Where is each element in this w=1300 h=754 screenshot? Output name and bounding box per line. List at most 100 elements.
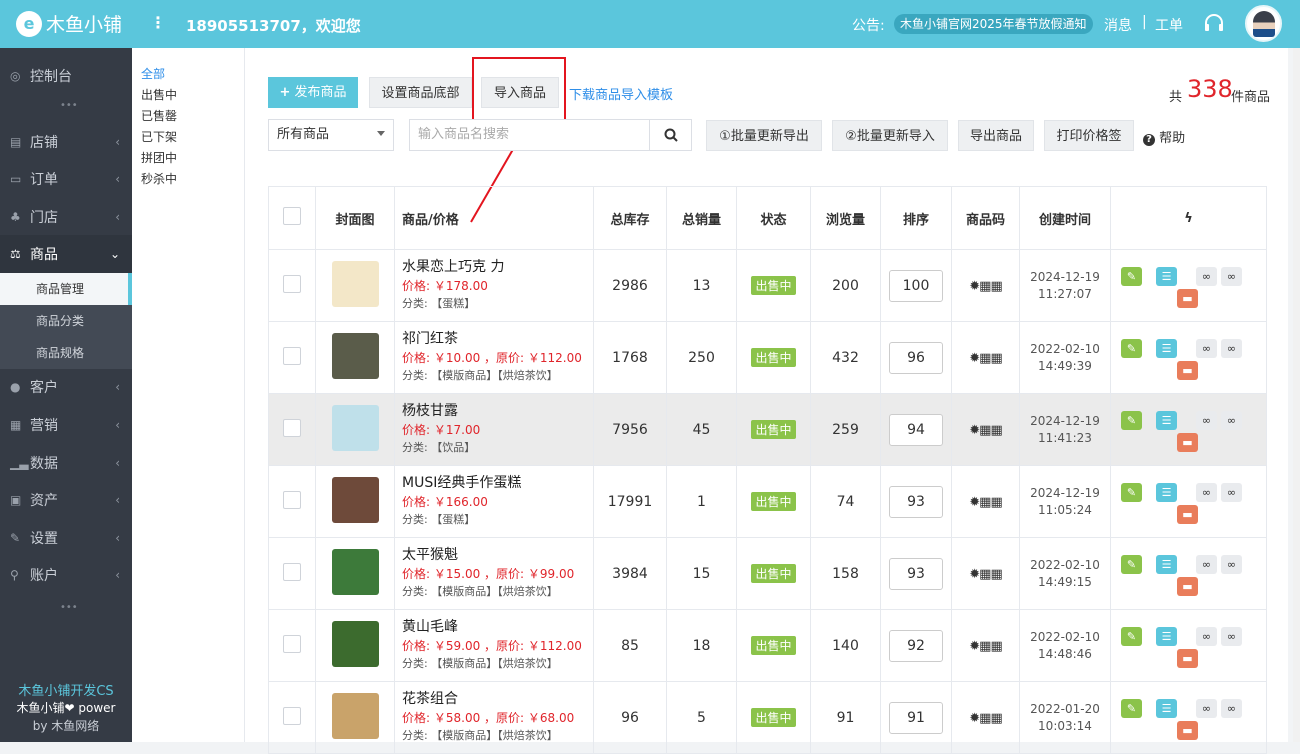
help-link[interactable]: ? 帮助 (1143, 127, 1185, 146)
edit-button[interactable]: ✎ (1121, 554, 1142, 574)
product-name[interactable]: 黄山毛峰 (402, 618, 593, 637)
sidebar-item-assets[interactable]: ▣ 资产 ‹ (0, 481, 132, 519)
qr-code-icon[interactable]: ▦ (990, 423, 1002, 438)
edit-button[interactable]: ✎ (1121, 338, 1142, 358)
qr-code-icon[interactable]: ▦ (979, 495, 991, 510)
qr-code-icon[interactable]: ▦ (990, 351, 1002, 366)
row-checkbox[interactable] (283, 562, 301, 581)
delete-button[interactable]: ▬ (1177, 288, 1198, 308)
edit-button[interactable]: ✎ (1121, 266, 1142, 286)
qr-code-icon[interactable]: ▦ (979, 423, 991, 438)
product-thumbnail[interactable] (331, 692, 379, 739)
row-checkbox[interactable] (283, 346, 301, 365)
category-group-buy[interactable]: 拼团中 (141, 148, 235, 169)
link-button[interactable]: ∞ (1196, 266, 1217, 286)
delete-button[interactable]: ▬ (1177, 504, 1198, 524)
link-button[interactable]: ∞ (1221, 698, 1242, 718)
sort-input[interactable]: 91 (889, 701, 943, 734)
batch-export-button[interactable]: ①批量更新导出 (706, 120, 822, 151)
link-button[interactable]: ∞ (1221, 410, 1242, 430)
product-name[interactable]: 祁门红茶 (402, 330, 593, 349)
category-sold-out[interactable]: 已售罄 (141, 106, 235, 127)
list-button[interactable]: ☰ (1156, 626, 1177, 646)
qr-code-icon[interactable]: ▦ (979, 639, 991, 654)
tickets-link[interactable]: 工单 (1155, 15, 1183, 35)
sidebar-item-marketing[interactable]: ▦ 营销 ‹ (0, 406, 132, 444)
status-badge[interactable]: 出售中 (751, 348, 796, 367)
status-badge[interactable]: 出售中 (751, 420, 796, 439)
link-button[interactable]: ∞ (1221, 554, 1242, 574)
avatar[interactable] (1245, 5, 1282, 42)
sidebar-item-customers[interactable]: ● 客户 ‹ (0, 368, 132, 406)
product-thumbnail[interactable] (331, 476, 379, 523)
link-button[interactable]: ∞ (1196, 626, 1217, 646)
qr-code-icon[interactable]: ▦ (990, 279, 1002, 294)
more-vertical-icon[interactable]: ⋮ (150, 13, 166, 32)
product-thumbnail[interactable] (331, 260, 379, 307)
status-badge[interactable]: 出售中 (751, 492, 796, 511)
sidebar-item-orders[interactable]: ▭ 订单 ‹ (0, 160, 132, 198)
product-name[interactable]: MUSI经典手作蛋糕 (402, 474, 593, 493)
select-all-checkbox[interactable] (283, 207, 301, 225)
product-name[interactable]: 花茶组合 (402, 690, 593, 709)
notice-badge[interactable]: 木鱼小铺官网2025年春节放假通知 (894, 14, 1093, 34)
link-button[interactable]: ∞ (1221, 266, 1242, 286)
status-badge[interactable]: 出售中 (751, 708, 796, 727)
product-name[interactable]: 杨枝甘露 (402, 402, 593, 421)
sidebar-sub-goods-manage[interactable]: 商品管理 (0, 273, 132, 305)
goods-filter-select[interactable]: 所有商品 (268, 119, 394, 151)
list-button[interactable]: ☰ (1156, 482, 1177, 502)
qr-code-icon[interactable]: ▦ (990, 639, 1002, 654)
messages-link[interactable]: 消息 (1104, 15, 1132, 35)
link-button[interactable]: ∞ (1221, 482, 1242, 502)
set-bottom-button[interactable]: 设置商品底部 (369, 77, 472, 108)
sort-input[interactable]: 93 (889, 557, 943, 590)
download-template-link[interactable]: 下载商品导入模板 (569, 84, 673, 103)
edit-button[interactable]: ✎ (1121, 698, 1142, 718)
row-checkbox[interactable] (283, 490, 301, 509)
delete-button[interactable]: ▬ (1177, 576, 1198, 596)
sun-code-icon[interactable]: ✹ (969, 639, 980, 654)
sun-code-icon[interactable]: ✹ (969, 711, 980, 726)
product-thumbnail[interactable] (331, 548, 379, 595)
link-button[interactable]: ∞ (1196, 338, 1217, 358)
sun-code-icon[interactable]: ✹ (969, 423, 980, 438)
publish-button[interactable]: + 发布商品 (268, 77, 358, 108)
category-on-sale[interactable]: 出售中 (141, 85, 235, 106)
print-label-button[interactable]: 打印价格签 (1044, 120, 1134, 151)
product-thumbnail[interactable] (331, 404, 379, 451)
delete-button[interactable]: ▬ (1177, 432, 1198, 452)
qr-code-icon[interactable]: ▦ (979, 567, 991, 582)
qr-code-icon[interactable]: ▦ (979, 351, 991, 366)
row-checkbox[interactable] (283, 274, 301, 293)
row-checkbox[interactable] (283, 706, 301, 725)
list-button[interactable]: ☰ (1156, 554, 1177, 574)
sidebar-sub-goods-category[interactable]: 商品分类 (0, 305, 132, 337)
search-input[interactable]: 输入商品名搜索 (409, 119, 650, 151)
sun-code-icon[interactable]: ✹ (969, 351, 980, 366)
link-button[interactable]: ∞ (1196, 482, 1217, 502)
category-off-shelf[interactable]: 已下架 (141, 127, 235, 148)
qr-code-icon[interactable]: ▦ (979, 711, 991, 726)
sun-code-icon[interactable]: ✹ (969, 279, 980, 294)
sidebar-item-dashboard[interactable]: ◎ 控制台 (0, 57, 132, 95)
delete-button[interactable]: ▬ (1177, 720, 1198, 740)
sun-code-icon[interactable]: ✹ (969, 567, 980, 582)
link-button[interactable]: ∞ (1196, 554, 1217, 574)
product-name[interactable]: 水果恋上巧克 力 (402, 258, 593, 277)
link-button[interactable]: ∞ (1196, 410, 1217, 430)
sidebar-item-data[interactable]: ▁▃ 数据 ‹ (0, 444, 132, 482)
qr-code-icon[interactable]: ▦ (990, 711, 1002, 726)
status-badge[interactable]: 出售中 (751, 276, 796, 295)
scrollbar[interactable] (1293, 48, 1300, 742)
sidebar-item-branches[interactable]: ♣ 门店 ‹ (0, 198, 132, 236)
link-button[interactable]: ∞ (1221, 626, 1242, 646)
edit-button[interactable]: ✎ (1121, 410, 1142, 430)
category-flash-sale[interactable]: 秒杀中 (141, 169, 235, 190)
sidebar-item-goods[interactable]: ⚖ 商品 ⌄ (0, 235, 132, 273)
sidebar-sub-goods-spec[interactable]: 商品规格 (0, 337, 132, 369)
row-checkbox[interactable] (283, 418, 301, 437)
list-button[interactable]: ☰ (1156, 338, 1177, 358)
edit-button[interactable]: ✎ (1121, 482, 1142, 502)
logo[interactable]: e 木鱼小铺 (16, 10, 122, 37)
